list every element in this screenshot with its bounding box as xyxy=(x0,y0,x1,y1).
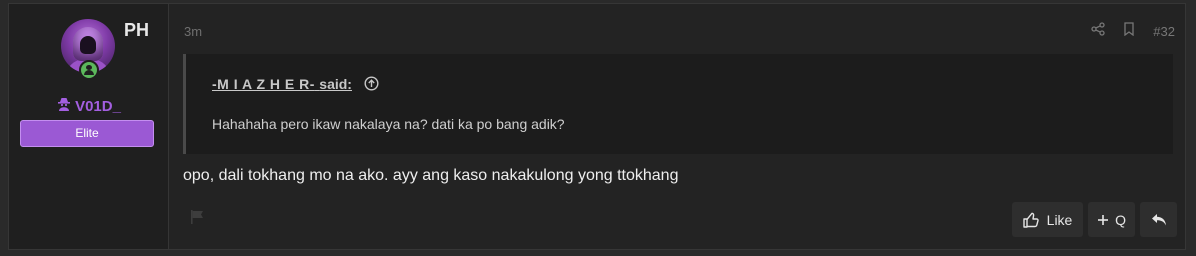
spy-icon xyxy=(57,97,71,115)
quote-label: Q xyxy=(1115,211,1126,228)
flag-icon[interactable] xyxy=(189,209,205,230)
username[interactable]: V01D_ xyxy=(9,97,169,115)
arrow-up-circle-icon[interactable] xyxy=(364,76,379,96)
post-actions-top: #32 xyxy=(1091,22,1175,41)
like-button[interactable]: Like xyxy=(1012,202,1083,237)
user-panel: PH V01D_ Elite xyxy=(9,4,169,249)
plus-icon xyxy=(1097,214,1109,226)
post-time[interactable]: 3m xyxy=(184,24,202,39)
post-message: opo, dali tokhang mo na ako. ayy ang kas… xyxy=(183,167,679,184)
username-text: V01D_ xyxy=(75,98,121,115)
bookmark-icon[interactable] xyxy=(1123,22,1135,41)
post-number[interactable]: #32 xyxy=(1153,24,1175,39)
thumbs-up-icon xyxy=(1022,212,1039,228)
quote-block: -M I A Z H E R- said: Hahahaha pero ikaw… xyxy=(183,54,1173,154)
quote-button[interactable]: Q xyxy=(1088,202,1135,237)
like-label: Like xyxy=(1046,211,1073,228)
reply-button[interactable] xyxy=(1140,202,1177,237)
quote-text: Hahahaha pero ikaw nakalaya na? dati ka … xyxy=(212,116,565,132)
share-icon[interactable] xyxy=(1091,22,1105,41)
reply-icon xyxy=(1151,213,1167,227)
post-container: PH V01D_ Elite 3m #32 -M I A Z H E R- sa… xyxy=(8,3,1186,250)
online-status-icon xyxy=(79,60,99,80)
rank-badge: Elite xyxy=(20,120,154,147)
quote-author[interactable]: -M I A Z H E R- said: xyxy=(212,76,352,92)
country-label: PH xyxy=(124,20,150,40)
reaction-buttons: Like Q xyxy=(1012,202,1177,237)
